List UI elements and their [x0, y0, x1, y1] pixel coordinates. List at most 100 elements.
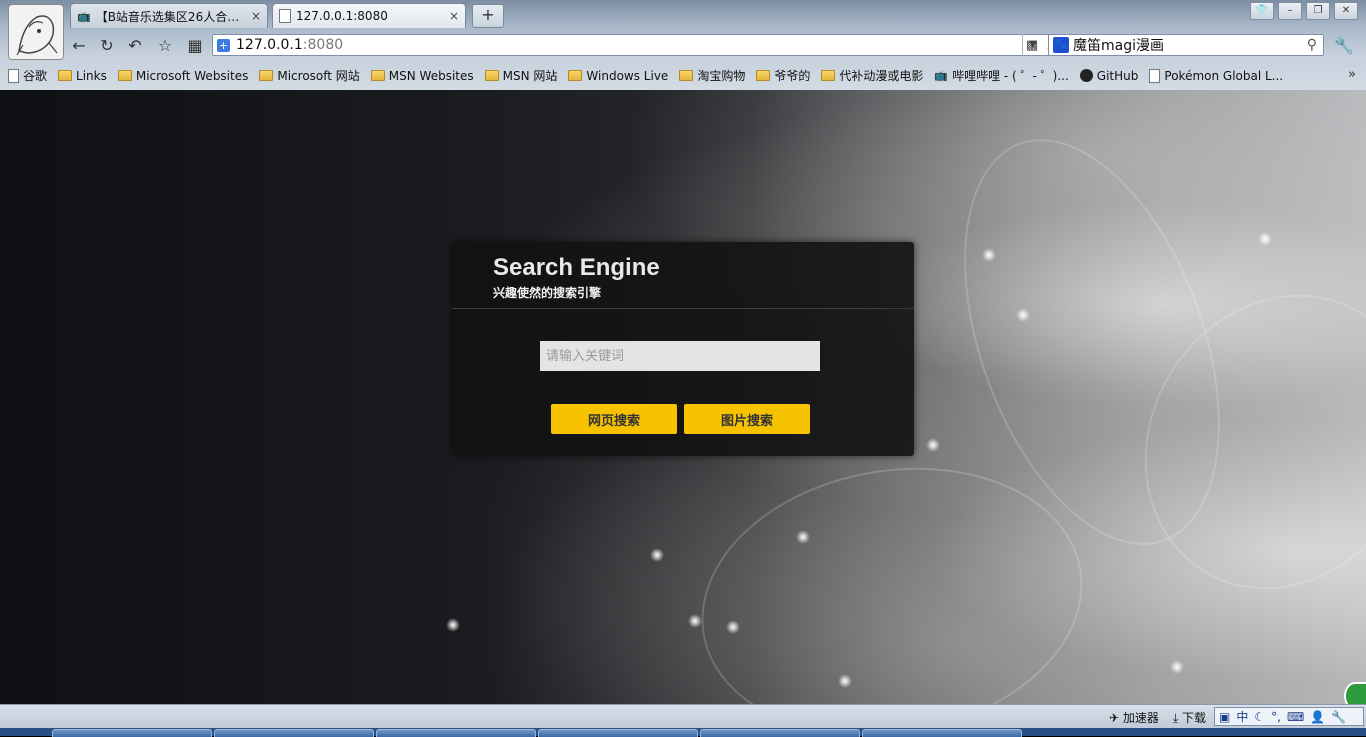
page-subtitle: 兴趣使然的搜索引擎 — [493, 286, 602, 300]
bilibili-icon: 📺 — [77, 9, 91, 23]
undo-icon[interactable]: ↶ — [124, 35, 146, 57]
bookmark-label: 淘宝购物 — [697, 69, 746, 83]
folder-icon — [484, 70, 499, 81]
bookmark-item[interactable]: Pokémon Global L... — [1149, 68, 1284, 83]
baidu-paw-icon: 🐾 — [1053, 37, 1069, 53]
close-window-button[interactable]: ✕ — [1334, 2, 1358, 20]
tab-label: 【B站音乐选集区26人合作】 — [95, 9, 246, 24]
sparkle — [982, 248, 996, 262]
close-tab-icon[interactable]: × — [251, 9, 261, 23]
bookmark-folder[interactable]: 爷爷的 — [756, 67, 810, 84]
bookmark-label: MSN Websites — [388, 68, 474, 83]
folder-icon — [58, 70, 73, 81]
bookmark-label: Windows Live — [586, 68, 669, 83]
reload-icon[interactable]: ↻ — [96, 35, 118, 57]
page-icon — [1149, 68, 1161, 83]
bookmark-label: 爷爷的 — [774, 69, 811, 83]
tab-localhost[interactable]: 127.0.0.1:8080 × — [272, 3, 466, 28]
bookmark-folder[interactable]: Links — [58, 69, 107, 83]
address-host: 127.0.0.1 — [236, 37, 303, 53]
page-background: Search Engine 兴趣使然的搜索引擎 网页搜索 图片搜索 — [0, 90, 1366, 704]
bookmark-folder[interactable]: 代补动漫或电影 — [821, 67, 923, 84]
bookmark-item[interactable]: 📺 哔哩哔哩 - ( ゜- ゜)... — [934, 67, 1068, 84]
bookmark-label: Microsoft Websites — [135, 68, 249, 83]
download-label: 下载 — [1181, 711, 1206, 725]
status-tools: ✈ 加速器 ⤓ 下载 — [1109, 709, 1206, 726]
bookmark-label: 代补动漫或电影 — [839, 69, 924, 83]
sparkle — [926, 438, 940, 452]
new-tab-button[interactable]: + — [472, 4, 504, 28]
folder-icon — [756, 70, 771, 81]
user-avatar[interactable] — [8, 4, 64, 60]
bookmark-label: GitHub — [1096, 68, 1139, 83]
shield-icon: + — [217, 38, 230, 52]
search-input[interactable] — [540, 341, 820, 371]
sparkle — [1170, 660, 1184, 674]
page-icon — [8, 68, 19, 83]
bookmark-folder[interactable]: Microsoft 网站 — [259, 67, 360, 84]
user-icon[interactable]: 👤 — [1310, 710, 1325, 724]
download-button[interactable]: ⤓ 下载 — [1173, 709, 1206, 726]
search-icon[interactable]: ⚲ — [1307, 37, 1317, 53]
folder-icon — [259, 70, 274, 81]
sparkle — [1258, 232, 1272, 246]
bookmark-label: Links — [76, 68, 107, 83]
close-tab-icon[interactable]: × — [449, 9, 459, 23]
browser-status-bar: ✈ 加速器 ⤓ 下载 ▣ 中 ☾ °, ⌨ 👤 🔧 — [0, 704, 1366, 729]
sparkle — [1016, 308, 1030, 322]
page-icon — [279, 9, 291, 23]
punctuation-icon[interactable]: °, — [1271, 710, 1281, 724]
favorite-star-icon[interactable]: ☆ — [154, 35, 176, 57]
bookmark-folder[interactable]: MSN 网站 — [484, 67, 558, 84]
sparkle — [650, 548, 664, 562]
bilibili-icon: 📺 — [934, 69, 949, 82]
bookmark-label: Pokémon Global L... — [1164, 68, 1284, 83]
apps-grid-icon[interactable]: ▦ — [184, 35, 206, 57]
bookmark-label: 哔哩哔哩 - ( ゜- ゜)... — [952, 69, 1069, 83]
minimize-button[interactable]: – — [1278, 2, 1302, 20]
bookmark-label: MSN 网站 — [502, 69, 558, 83]
wrench-icon[interactable]: 🔧 — [1331, 710, 1346, 724]
moon-icon[interactable]: ☾ — [1254, 710, 1265, 724]
accelerator-button[interactable]: ✈ 加速器 — [1109, 709, 1159, 726]
github-icon — [1079, 69, 1093, 82]
web-search-button[interactable]: 网页搜索 — [551, 404, 677, 434]
keyboard-icon[interactable]: ⌨ — [1287, 710, 1304, 724]
search-box-value: 魔笛magi漫画 — [1073, 38, 1164, 54]
address-port: :8080 — [302, 37, 344, 53]
input-method-bar[interactable]: ▣ 中 ☾ °, ⌨ 👤 🔧 — [1214, 707, 1364, 726]
folder-icon — [568, 70, 583, 81]
download-icon: ⤓ — [1172, 711, 1179, 725]
bookmark-label: 谷歌 — [23, 69, 48, 83]
ime-logo-icon: ▣ — [1219, 709, 1231, 724]
tab-bilibili[interactable]: 📺 【B站音乐选集区26人合作】 × — [70, 3, 268, 28]
rocket-icon: ✈ — [1108, 711, 1119, 725]
bookmarks-bar: 谷歌 Links Microsoft Websites Microsoft 网站… — [0, 62, 1366, 89]
page-title: Search Engine — [493, 254, 660, 281]
navigation-toolbar: ← ↻ ↶ ☆ ▦ + 127.0.0.1 :8080 ▩ ⚡ ☆ ▼ 🐾 魔笛… — [62, 31, 1366, 61]
bookmark-folder[interactable]: 淘宝购物 — [679, 67, 745, 84]
bookmark-item[interactable]: 谷歌 — [8, 67, 47, 84]
tab-label: 127.0.0.1:8080 — [296, 9, 388, 23]
search-panel-header: Search Engine 兴趣使然的搜索引擎 — [452, 242, 914, 309]
maximize-button[interactable]: ❐ — [1306, 2, 1330, 20]
bookmarks-overflow-icon[interactable]: » — [1348, 67, 1356, 82]
folder-icon — [370, 70, 385, 81]
bookmark-folder[interactable]: MSN Websites — [370, 68, 474, 83]
bookmark-item[interactable]: GitHub — [1079, 68, 1139, 83]
bookmark-folder[interactable]: Microsoft Websites — [117, 68, 249, 83]
chevron-down-icon[interactable]: ▼ — [1022, 34, 1043, 56]
wrench-menu-icon[interactable]: 🔧 — [1334, 36, 1354, 55]
sparkle — [688, 614, 702, 628]
address-bar[interactable]: + 127.0.0.1 :8080 ▩ ⚡ ☆ — [212, 34, 1104, 56]
bookmark-label: Microsoft 网站 — [277, 69, 360, 83]
image-search-button[interactable]: 图片搜索 — [684, 404, 810, 434]
back-icon[interactable]: ← — [68, 35, 90, 57]
folder-icon — [117, 70, 132, 81]
search-engine-box[interactable]: 🐾 魔笛magi漫画 ⚲ — [1048, 34, 1324, 56]
sparkle — [726, 620, 740, 634]
window-controls: 👕 – ❐ ✕ — [1250, 2, 1358, 20]
ime-mode[interactable]: 中 — [1236, 708, 1248, 725]
skin-icon[interactable]: 👕 — [1250, 2, 1274, 20]
bookmark-folder[interactable]: Windows Live — [568, 69, 668, 83]
